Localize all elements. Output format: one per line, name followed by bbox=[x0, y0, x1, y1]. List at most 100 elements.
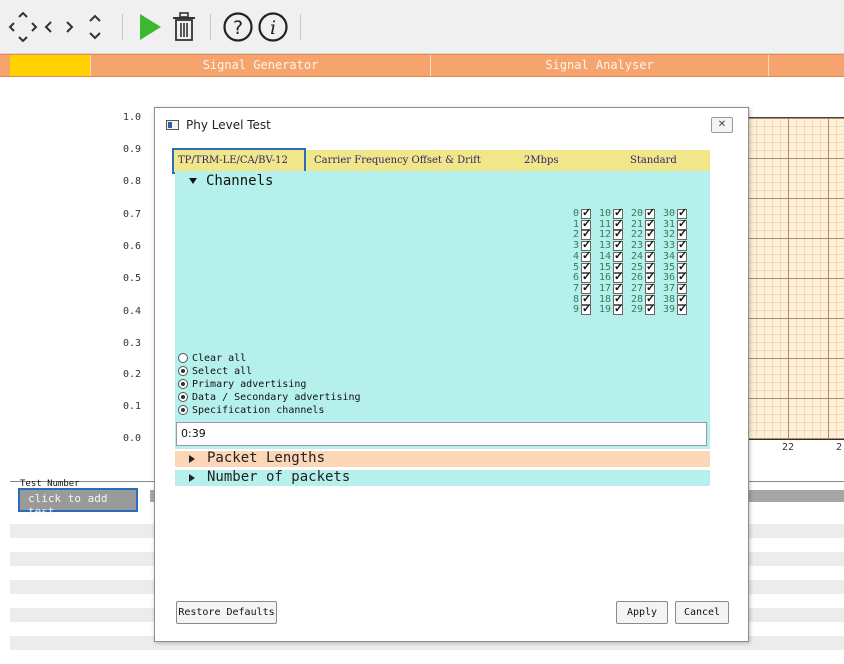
phy-field[interactable]: 2Mbps bbox=[519, 150, 623, 171]
collapsed-arrow-icon[interactable] bbox=[189, 474, 195, 482]
channel-checkbox[interactable] bbox=[645, 303, 655, 316]
info-icon[interactable]: i bbox=[257, 10, 289, 44]
channel-number: 39 bbox=[662, 304, 675, 316]
cancel-button[interactable]: Cancel bbox=[675, 601, 729, 624]
radio-data-secondary[interactable]: Data / Secondary advertising bbox=[178, 391, 361, 403]
mode-field[interactable]: Standard bbox=[625, 150, 709, 171]
toolbar: ? i bbox=[0, 0, 844, 54]
collapse-icon[interactable] bbox=[84, 10, 106, 44]
channel-number: 35 bbox=[662, 261, 675, 273]
apply-button[interactable]: Apply bbox=[616, 601, 668, 624]
packet-lengths-section[interactable]: Packet Lengths bbox=[175, 450, 710, 467]
channel-number: 32 bbox=[662, 229, 675, 241]
radio-button[interactable] bbox=[178, 379, 188, 389]
channel-number: 2 bbox=[572, 229, 579, 241]
channel-number: 0 bbox=[572, 208, 579, 219]
y-tick-label: 0.0 bbox=[122, 433, 141, 444]
help-icon[interactable]: ? bbox=[222, 10, 254, 44]
y-tick-label: 0.2 bbox=[122, 369, 141, 380]
channel-number: 38 bbox=[662, 293, 675, 305]
channel-checkbox[interactable] bbox=[581, 303, 591, 316]
channel-number: 20 bbox=[630, 208, 643, 219]
radio-button[interactable] bbox=[178, 405, 188, 415]
channel-number: 37 bbox=[662, 282, 675, 294]
dialog-title: Phy Level Test bbox=[186, 118, 271, 132]
shrink-icon[interactable] bbox=[42, 10, 76, 44]
y-tick-label: 0.6 bbox=[122, 241, 141, 252]
x-tick-label: 2 bbox=[836, 442, 843, 453]
restore-defaults-button[interactable]: Restore Defaults bbox=[176, 601, 277, 624]
status-indicator bbox=[10, 55, 90, 76]
channel-number: 23 bbox=[630, 240, 643, 252]
channel-number: 28 bbox=[630, 293, 643, 305]
packet-lengths-label: Packet Lengths bbox=[207, 450, 326, 466]
channel-number: 33 bbox=[662, 240, 675, 252]
radio-specification-channels[interactable]: Specification channels bbox=[178, 404, 324, 416]
number-of-packets-section[interactable]: Number of packets bbox=[175, 469, 710, 486]
channel-number: 16 bbox=[598, 272, 611, 284]
channel-number: 14 bbox=[598, 250, 611, 262]
channel-number: 6 bbox=[572, 272, 579, 284]
x-tick-label: 22 bbox=[782, 442, 795, 453]
radio-label: Clear all bbox=[192, 352, 247, 364]
svg-text:?: ? bbox=[233, 17, 243, 39]
y-tick-label: 0.5 bbox=[122, 273, 141, 284]
channel-number: 8 bbox=[572, 293, 579, 305]
expand-icon[interactable] bbox=[8, 10, 38, 44]
y-tick-label: 0.4 bbox=[122, 306, 141, 317]
close-button[interactable]: ✕ bbox=[711, 117, 733, 133]
channel-number: 15 bbox=[598, 261, 611, 273]
signal-analyser-header[interactable]: Signal Analyser bbox=[430, 55, 768, 76]
svg-text:i: i bbox=[270, 17, 276, 39]
channel-range-input[interactable]: 0:39 bbox=[176, 422, 707, 446]
radio-button[interactable] bbox=[178, 366, 188, 376]
radio-label: Specification channels bbox=[192, 404, 325, 416]
expand-arrow-icon[interactable] bbox=[189, 178, 197, 184]
channel-number: 27 bbox=[630, 282, 643, 294]
radio-label: Primary advertising bbox=[192, 378, 307, 390]
channel-number: 17 bbox=[598, 282, 611, 294]
window-icon bbox=[166, 120, 179, 130]
play-icon[interactable] bbox=[135, 10, 165, 44]
y-tick-label: 0.9 bbox=[122, 144, 141, 155]
channel-number: 5 bbox=[572, 261, 579, 273]
channel-number: 4 bbox=[572, 250, 579, 262]
y-tick-label: 0.1 bbox=[122, 401, 141, 412]
y-tick-label: 0.8 bbox=[122, 176, 141, 187]
phy-level-test-dialog: Phy Level Test ✕ TP/TRM-LE/CA/BV-12 Carr… bbox=[154, 107, 749, 642]
channel-number: 29 bbox=[630, 304, 643, 316]
toolbar-separator bbox=[210, 14, 211, 40]
radio-select-all[interactable]: Select all bbox=[178, 365, 252, 377]
radio-button[interactable] bbox=[178, 392, 188, 402]
channel-number: 18 bbox=[598, 293, 611, 305]
channel-number: 31 bbox=[662, 218, 675, 230]
dialog-titlebar[interactable]: Phy Level Test ✕ bbox=[155, 108, 748, 144]
add-test-label: click to add test bbox=[28, 492, 108, 518]
test-name-field[interactable]: Carrier Frequency Offset & Drift bbox=[309, 150, 519, 171]
channel-number: 30 bbox=[662, 208, 675, 219]
signal-generator-header[interactable]: Signal Generator bbox=[90, 55, 430, 76]
channel-number: 11 bbox=[598, 218, 611, 230]
channel-number: 10 bbox=[598, 208, 611, 219]
y-tick-label: 0.3 bbox=[122, 338, 141, 349]
radio-button[interactable] bbox=[178, 353, 188, 363]
channel-number: 22 bbox=[630, 229, 643, 241]
add-test-cell[interactable]: click to add test bbox=[18, 488, 138, 518]
channel-number: 12 bbox=[598, 229, 611, 241]
channel-checkbox[interactable] bbox=[613, 303, 623, 316]
toolbar-separator bbox=[300, 14, 301, 40]
channel-number: 24 bbox=[630, 250, 643, 262]
channel-number: 21 bbox=[630, 218, 643, 230]
collapsed-arrow-icon[interactable] bbox=[189, 455, 195, 463]
header-cell bbox=[768, 55, 844, 76]
channels-section-title[interactable]: Channels bbox=[206, 173, 273, 189]
radio-primary-advertising[interactable]: Primary advertising bbox=[178, 378, 306, 390]
toolbar-separator bbox=[122, 14, 123, 40]
radio-label: Data / Secondary advertising bbox=[192, 391, 361, 403]
radio-clear-all[interactable]: Clear all bbox=[178, 352, 246, 364]
channel-number: 9 bbox=[572, 304, 579, 316]
plot-area bbox=[748, 117, 844, 439]
trash-icon[interactable] bbox=[170, 10, 198, 44]
number-of-packets-label: Number of packets bbox=[207, 469, 351, 485]
channel-checkbox[interactable] bbox=[677, 303, 687, 316]
